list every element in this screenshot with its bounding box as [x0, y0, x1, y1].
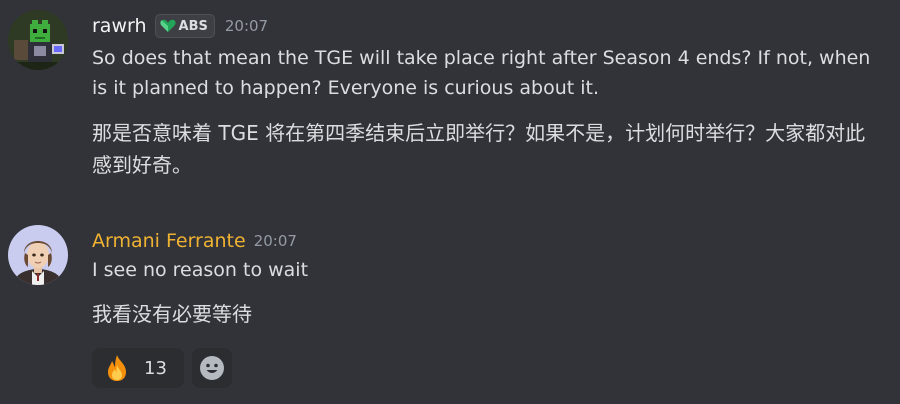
smiley-add-icon: [200, 356, 224, 380]
message-text-english: I see no reason to wait: [92, 259, 309, 281]
pixel-frog-avatar-icon: [8, 10, 68, 70]
message-header: Armani Ferrante 20:07: [92, 226, 297, 256]
timestamp: 20:07: [253, 232, 297, 250]
username[interactable]: rawrh: [92, 15, 147, 37]
username[interactable]: Armani Ferrante: [92, 230, 246, 252]
reaction-count: 13: [144, 357, 167, 379]
anime-character-avatar-icon: [8, 225, 68, 285]
server-tag-badge[interactable]: ABS: [154, 14, 215, 38]
avatar[interactable]: [8, 225, 68, 285]
chat-view: rawrh ABS 20:07 So does that mean the TG…: [0, 0, 900, 404]
message-text-chinese: 那是否意味着 TGE 将在第四季结束后立即举行？如果不是，计划何时举行？大家都对…: [92, 121, 866, 177]
heart-gem-icon: [159, 19, 176, 32]
message-header: rawrh ABS 20:07: [92, 11, 268, 41]
message-text-chinese: 我看没有必要等待: [92, 302, 252, 326]
message-text-english: So does that mean the TGE will take plac…: [92, 47, 871, 99]
fire-icon: [108, 355, 126, 381]
reaction-bar: 13: [92, 348, 232, 388]
reaction-fire[interactable]: 13: [92, 348, 184, 388]
add-reaction-button[interactable]: [192, 348, 232, 388]
timestamp: 20:07: [224, 17, 269, 35]
tag-label: ABS: [178, 18, 208, 34]
avatar[interactable]: [8, 10, 68, 70]
